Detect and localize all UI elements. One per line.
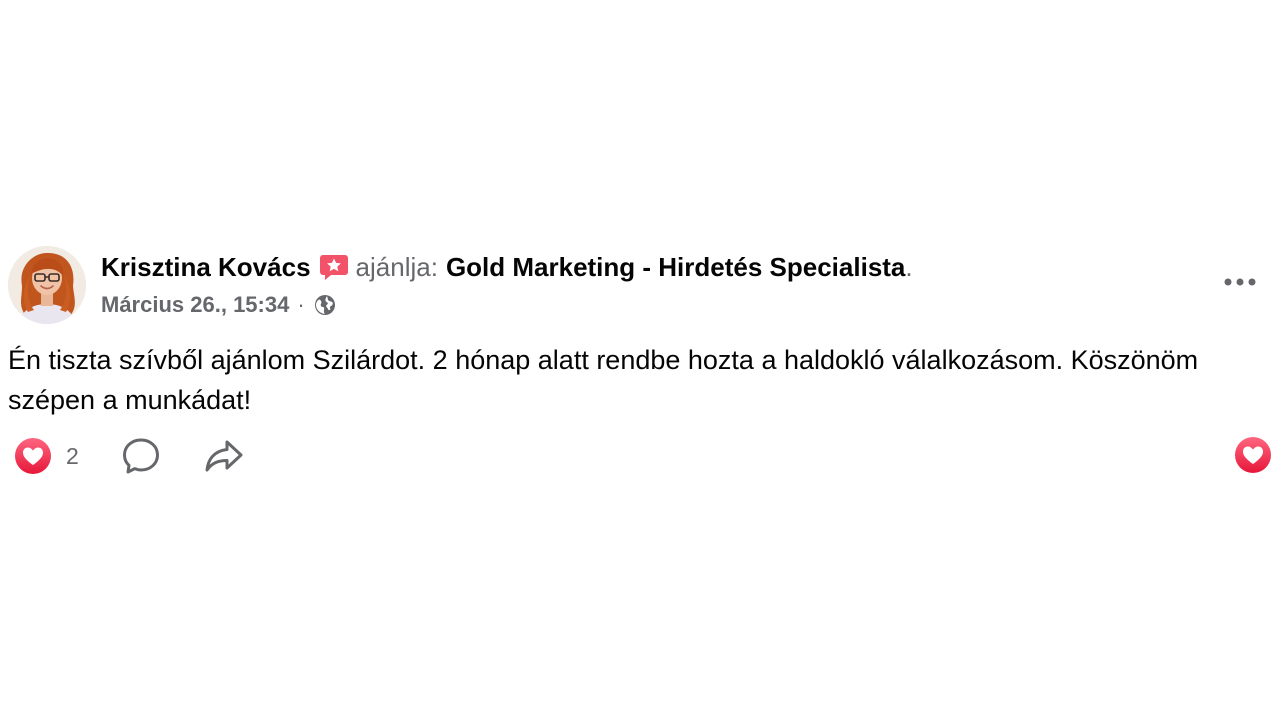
avatar-image xyxy=(8,246,86,324)
header-period: . xyxy=(905,251,913,282)
love-reaction-button[interactable] xyxy=(1234,436,1272,474)
comment-icon[interactable] xyxy=(121,436,161,476)
globe-icon[interactable] xyxy=(313,293,337,317)
post-body-text: Én tiszta szívből ajánlom Szilárdot. 2 h… xyxy=(8,345,1199,415)
post-card: Krisztina Kovács ajánlja: Gold Marketing… xyxy=(0,0,1280,720)
post-header: Krisztina Kovács ajánlja: Gold Marketing… xyxy=(101,249,913,285)
more-options-icon xyxy=(1224,278,1256,286)
meta-separator: · xyxy=(297,292,305,317)
reaction-count[interactable]: 2 xyxy=(66,443,79,470)
recommendation-star-icon xyxy=(318,251,350,283)
post-actions-bar: 2 xyxy=(14,436,245,476)
share-icon[interactable] xyxy=(203,436,245,476)
author-name[interactable]: Krisztina Kovács xyxy=(101,252,311,283)
post-meta: Március 26., 15:34 · xyxy=(101,289,337,321)
recommended-page-link[interactable]: Gold Marketing - Hirdetés Specialista xyxy=(446,252,905,283)
more-options-button[interactable] xyxy=(1218,266,1262,298)
love-reaction-icon[interactable] xyxy=(14,437,52,475)
post-timestamp[interactable]: Március 26., 15:34 xyxy=(101,292,289,318)
avatar[interactable] xyxy=(8,246,86,324)
recommends-text: ajánlja: xyxy=(355,251,438,282)
